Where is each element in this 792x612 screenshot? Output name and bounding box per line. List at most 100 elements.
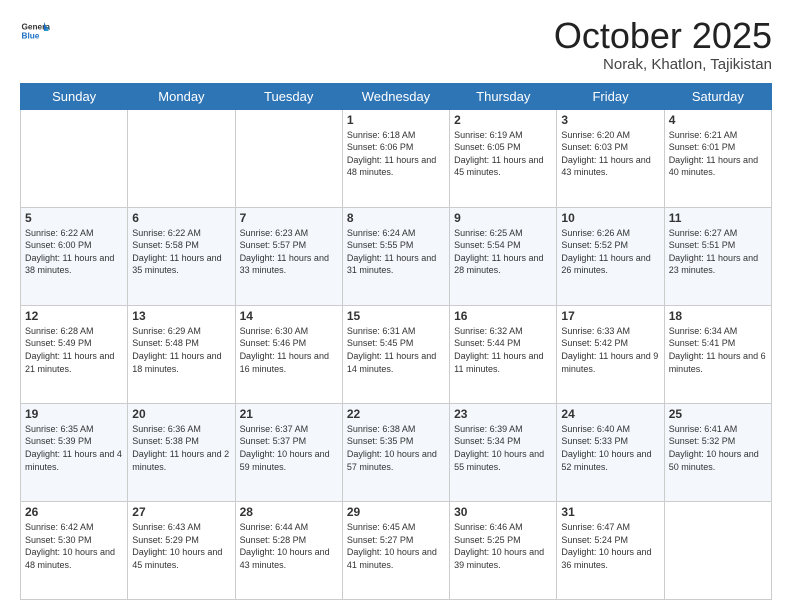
logo: General Blue (20, 16, 50, 46)
table-row: 27 Sunrise: 6:43 AM Sunset: 5:29 PM Dayli… (128, 501, 235, 599)
table-row: 15 Sunrise: 6:31 AM Sunset: 5:45 PM Dayli… (342, 305, 449, 403)
table-row: 28Sunrise: 6:44 AM Sunset: 5:28 PM Dayli… (235, 501, 342, 599)
table-row: 22 Sunrise: 6:38 AM Sunset: 5:35 PM Dayli… (342, 403, 449, 501)
day-info: Sunrise: 6:28 AM Sunset: 5:49 PM Dayligh… (25, 325, 123, 375)
day-number: 14 (240, 309, 338, 323)
day-info: Sunrise: 6:20 AM Sunset: 6:03 PM Dayligh… (561, 129, 659, 179)
table-row: 11 Sunrise: 6:27 AM Sunset: 5:51 PM Dayli… (664, 207, 771, 305)
day-number: 15 (347, 309, 445, 323)
day-number: 9 (454, 211, 552, 225)
calendar-week-row: 19 Sunrise: 6:35 AM Sunset: 5:39 PM Dayli… (21, 403, 772, 501)
day-info: Sunrise: 6:18 AM Sunset: 6:06 PM Dayligh… (347, 129, 445, 179)
table-row: 25 Sunrise: 6:41 AM Sunset: 5:32 PM Dayli… (664, 403, 771, 501)
day-number: 22 (347, 407, 445, 421)
day-info: Sunrise: 6:46 AM Sunset: 5:25 PM Dayligh… (454, 521, 552, 571)
day-info: Sunrise: 6:26 AM Sunset: 5:52 PM Dayligh… (561, 227, 659, 277)
day-info: Sunrise: 6:19 AM Sunset: 6:05 PM Dayligh… (454, 129, 552, 179)
day-info: Sunrise: 6:31 AM Sunset: 5:45 PM Dayligh… (347, 325, 445, 375)
day-info: Sunrise: 6:40 AM Sunset: 5:33 PM Dayligh… (561, 423, 659, 473)
day-number: 5 (25, 211, 123, 225)
svg-text:Blue: Blue (22, 32, 40, 41)
day-number: 7 (240, 211, 338, 225)
table-row: 1 Sunrise: 6:18 AM Sunset: 6:06 PM Daylig… (342, 109, 449, 207)
calendar-week-row: 1 Sunrise: 6:18 AM Sunset: 6:06 PM Daylig… (21, 109, 772, 207)
logo-icon: General Blue (20, 16, 50, 46)
table-row: 31Sunrise: 6:47 AM Sunset: 5:24 PM Dayli… (557, 501, 664, 599)
calendar-week-row: 5 Sunrise: 6:22 AM Sunset: 6:00 PM Daylig… (21, 207, 772, 305)
header: General Blue October 2025 Norak, Khatlon… (20, 16, 772, 73)
day-info: Sunrise: 6:24 AM Sunset: 5:55 PM Dayligh… (347, 227, 445, 277)
day-number: 17 (561, 309, 659, 323)
day-number: 27 (132, 505, 230, 519)
calendar-week-row: 26 Sunrise: 6:42 AM Sunset: 5:30 PM Dayli… (21, 501, 772, 599)
calendar-table: Sunday Monday Tuesday Wednesday Thursday… (20, 83, 772, 600)
table-row: 8Sunrise: 6:24 AM Sunset: 5:55 PM Daylig… (342, 207, 449, 305)
col-wednesday: Wednesday (342, 83, 449, 109)
table-row: 13Sunrise: 6:29 AM Sunset: 5:48 PM Dayli… (128, 305, 235, 403)
table-row: 29Sunrise: 6:45 AM Sunset: 5:27 PM Dayli… (342, 501, 449, 599)
table-row: 24 Sunrise: 6:40 AM Sunset: 5:33 PM Dayli… (557, 403, 664, 501)
table-row: 7 Sunrise: 6:23 AM Sunset: 5:57 PM Daylig… (235, 207, 342, 305)
day-info: Sunrise: 6:36 AM Sunset: 5:38 PM Dayligh… (132, 423, 230, 473)
day-number: 26 (25, 505, 123, 519)
day-info: Sunrise: 6:25 AM Sunset: 5:54 PM Dayligh… (454, 227, 552, 277)
day-info: Sunrise: 6:45 AM Sunset: 5:27 PM Dayligh… (347, 521, 445, 571)
table-row: 14 Sunrise: 6:30 AM Sunset: 5:46 PM Dayli… (235, 305, 342, 403)
day-info: Sunrise: 6:42 AM Sunset: 5:30 PM Dayligh… (25, 521, 123, 571)
day-number: 18 (669, 309, 767, 323)
day-number: 24 (561, 407, 659, 421)
day-number: 3 (561, 113, 659, 127)
page: General Blue October 2025 Norak, Khatlon… (0, 0, 792, 612)
calendar-header-row: Sunday Monday Tuesday Wednesday Thursday… (21, 83, 772, 109)
col-monday: Monday (128, 83, 235, 109)
day-number: 12 (25, 309, 123, 323)
day-number: 6 (132, 211, 230, 225)
day-info: Sunrise: 6:39 AM Sunset: 5:34 PM Dayligh… (454, 423, 552, 473)
day-info: Sunrise: 6:43 AM Sunset: 5:29 PM Dayligh… (132, 521, 230, 571)
day-number: 1 (347, 113, 445, 127)
table-row: 10 Sunrise: 6:26 AM Sunset: 5:52 PM Dayli… (557, 207, 664, 305)
day-number: 4 (669, 113, 767, 127)
table-row: 16Sunrise: 6:32 AM Sunset: 5:44 PM Dayli… (450, 305, 557, 403)
day-info: Sunrise: 6:30 AM Sunset: 5:46 PM Dayligh… (240, 325, 338, 375)
table-row (21, 109, 128, 207)
day-info: Sunrise: 6:35 AM Sunset: 5:39 PM Dayligh… (25, 423, 123, 473)
day-number: 31 (561, 505, 659, 519)
day-info: Sunrise: 6:27 AM Sunset: 5:51 PM Dayligh… (669, 227, 767, 277)
day-number: 21 (240, 407, 338, 421)
day-info: Sunrise: 6:32 AM Sunset: 5:44 PM Dayligh… (454, 325, 552, 375)
table-row: 30 Sunrise: 6:46 AM Sunset: 5:25 PM Dayli… (450, 501, 557, 599)
table-row: 6 Sunrise: 6:22 AM Sunset: 5:58 PM Daylig… (128, 207, 235, 305)
table-row: 21 Sunrise: 6:37 AM Sunset: 5:37 PM Dayli… (235, 403, 342, 501)
day-info: Sunrise: 6:41 AM Sunset: 5:32 PM Dayligh… (669, 423, 767, 473)
day-info: Sunrise: 6:22 AM Sunset: 6:00 PM Dayligh… (25, 227, 123, 277)
day-info: Sunrise: 6:29 AM Sunset: 5:48 PM Dayligh… (132, 325, 230, 375)
day-number: 11 (669, 211, 767, 225)
table-row (235, 109, 342, 207)
day-number: 25 (669, 407, 767, 421)
table-row: 18 Sunrise: 6:34 AM Sunset: 5:41 PM Dayli… (664, 305, 771, 403)
table-row: 26 Sunrise: 6:42 AM Sunset: 5:30 PM Dayli… (21, 501, 128, 599)
day-info: Sunrise: 6:34 AM Sunset: 5:41 PM Dayligh… (669, 325, 767, 375)
day-info: Sunrise: 6:21 AM Sunset: 6:01 PM Dayligh… (669, 129, 767, 179)
table-row: 4 Sunrise: 6:21 AM Sunset: 6:01 PM Daylig… (664, 109, 771, 207)
table-row (664, 501, 771, 599)
col-sunday: Sunday (21, 83, 128, 109)
calendar-week-row: 12 Sunrise: 6:28 AM Sunset: 5:49 PM Dayli… (21, 305, 772, 403)
day-number: 20 (132, 407, 230, 421)
location: Norak, Khatlon, Tajikistan (554, 56, 772, 73)
day-info: Sunrise: 6:37 AM Sunset: 5:37 PM Dayligh… (240, 423, 338, 473)
table-row (128, 109, 235, 207)
col-thursday: Thursday (450, 83, 557, 109)
table-row: 20 Sunrise: 6:36 AM Sunset: 5:38 PM Dayli… (128, 403, 235, 501)
day-info: Sunrise: 6:22 AM Sunset: 5:58 PM Dayligh… (132, 227, 230, 277)
day-info: Sunrise: 6:44 AM Sunset: 5:28 PM Dayligh… (240, 521, 338, 571)
title-block: October 2025 Norak, Khatlon, Tajikistan (554, 16, 772, 73)
day-number: 19 (25, 407, 123, 421)
day-number: 10 (561, 211, 659, 225)
day-info: Sunrise: 6:33 AM Sunset: 5:42 PM Dayligh… (561, 325, 659, 375)
col-saturday: Saturday (664, 83, 771, 109)
day-info: Sunrise: 6:38 AM Sunset: 5:35 PM Dayligh… (347, 423, 445, 473)
day-number: 30 (454, 505, 552, 519)
day-info: Sunrise: 6:23 AM Sunset: 5:57 PM Dayligh… (240, 227, 338, 277)
